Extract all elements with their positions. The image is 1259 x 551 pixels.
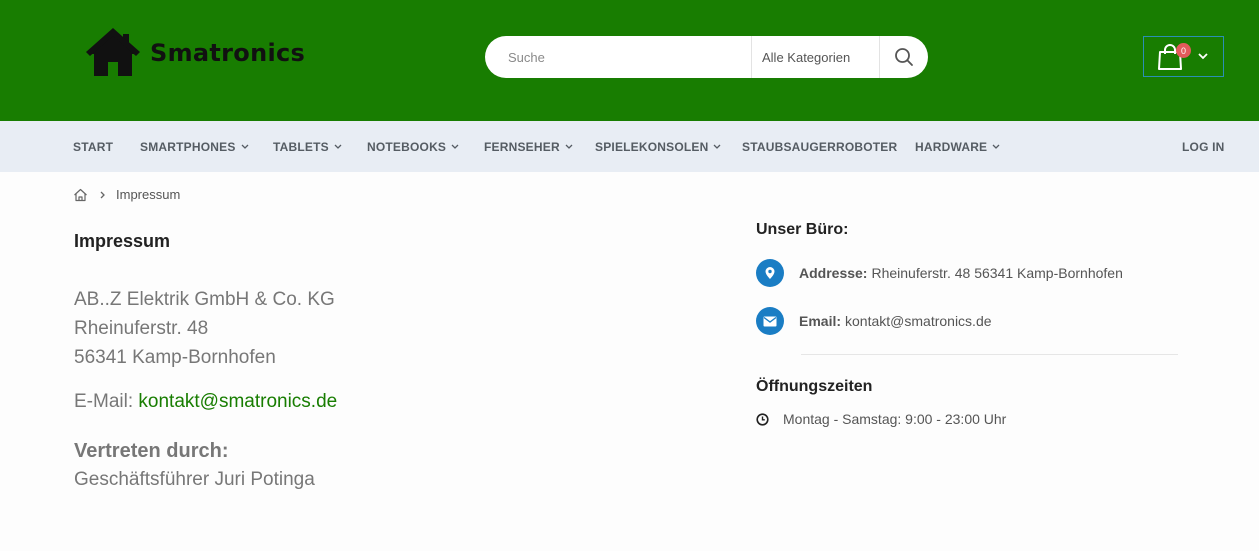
house-icon xyxy=(86,28,140,76)
chevron-down-icon xyxy=(334,144,342,149)
clock-icon xyxy=(756,412,769,426)
cart-count-badge: 0 xyxy=(1176,43,1191,58)
address-line: AB..Z Elektrik GmbH & Co. KG xyxy=(74,289,335,310)
main-nav: START SMARTPHONES TABLETS NOTEBOOKS FERN… xyxy=(0,121,1259,172)
opening-hours-heading: Öffnungszeiten xyxy=(756,378,873,395)
chevron-right-icon xyxy=(100,191,105,198)
chevron-down-icon xyxy=(1198,53,1208,60)
email-value[interactable]: kontakt@smatronics.de xyxy=(845,313,992,329)
office-email-row: Email: kontakt@smatronics.de xyxy=(756,307,992,335)
address-value: Rheinuferstr. 48 56341 Kamp-Bornhofen xyxy=(871,265,1123,281)
nav-label: FERNSEHER xyxy=(484,139,560,154)
opening-hours-text: Montag - Samstag: 9:00 - 23:00 Uhr xyxy=(783,411,1007,427)
email-label: Email: xyxy=(799,313,842,329)
nav-label: STAUBSAUGERROBOTER xyxy=(742,139,898,154)
chevron-down-icon xyxy=(451,144,459,149)
nav-item-start[interactable]: START xyxy=(73,121,113,172)
chevron-down-icon xyxy=(241,144,249,149)
nav-label: HARDWARE xyxy=(915,139,988,154)
nav-item-smartphones[interactable]: SMARTPHONES xyxy=(140,121,249,172)
nav-item-notebooks[interactable]: NOTEBOOKS xyxy=(367,121,459,172)
address-line: 56341 Kamp-Bornhofen xyxy=(74,347,276,368)
search-icon xyxy=(895,48,913,66)
email-label: E-Mail: xyxy=(74,391,134,412)
nav-label: SPIELEKONSOLEN xyxy=(595,139,709,154)
chevron-down-icon xyxy=(714,144,721,149)
nav-item-fernseher[interactable]: FERNSEHER xyxy=(484,121,573,172)
opening-hours-row: Montag - Samstag: 9:00 - 23:00 Uhr xyxy=(756,411,1006,427)
email-line: E-Mail: kontakt@smatronics.de xyxy=(74,391,337,413)
nav-item-spielekonsolen[interactable]: SPIELEKONSOLEN xyxy=(595,121,721,172)
envelope-icon xyxy=(756,307,784,335)
address-label: Addresse: xyxy=(799,265,868,281)
map-pin-icon xyxy=(756,259,784,287)
search-bar: Alle Kategorien xyxy=(485,36,928,78)
nav-label: START xyxy=(73,139,114,154)
address-line: Rheinuferstr. 48 xyxy=(74,318,209,339)
search-button[interactable] xyxy=(880,36,928,78)
breadcrumb-current: Impressum xyxy=(116,187,181,202)
chevron-down-icon xyxy=(992,144,1000,149)
site-header: Smatronics Alle Kategorien 0 xyxy=(0,0,1259,121)
nav-label: SMARTPHONES xyxy=(140,139,236,154)
nav-item-staubsaugerroboter[interactable]: STAUBSAUGERROBOTER xyxy=(742,121,897,172)
page-title: Impressum xyxy=(74,231,171,251)
nav-item-hardware[interactable]: HARDWARE xyxy=(915,121,1000,172)
cart-button[interactable]: 0 xyxy=(1143,36,1224,77)
office-address-row: Addresse: Rheinuferstr. 48 56341 Kamp-Bo… xyxy=(756,259,1123,287)
nav-label: NOTEBOOKS xyxy=(367,139,447,154)
home-icon[interactable] xyxy=(73,188,88,202)
search-input[interactable] xyxy=(506,37,771,77)
nav-item-tablets[interactable]: TABLETS xyxy=(273,121,342,172)
email-link[interactable]: kontakt@smatronics.de xyxy=(138,391,337,412)
represented-by-heading: Vertreten durch: xyxy=(74,440,229,462)
chevron-down-icon xyxy=(565,144,573,149)
managing-director: Geschäftsführer Juri Potinga xyxy=(74,469,315,490)
site-logo[interactable]: Smatronics xyxy=(86,28,305,78)
nav-label: TABLETS xyxy=(273,139,329,154)
login-link[interactable]: LOG IN xyxy=(1182,121,1225,172)
site-name: Smatronics xyxy=(150,39,306,67)
company-address: AB..Z Elektrik GmbH & Co. KG Rheinuferst… xyxy=(74,285,335,372)
divider xyxy=(801,354,1178,355)
breadcrumb: Impressum xyxy=(73,187,180,202)
office-heading: Unser Büro: xyxy=(756,221,849,238)
category-select[interactable]: Alle Kategorien xyxy=(751,36,880,78)
